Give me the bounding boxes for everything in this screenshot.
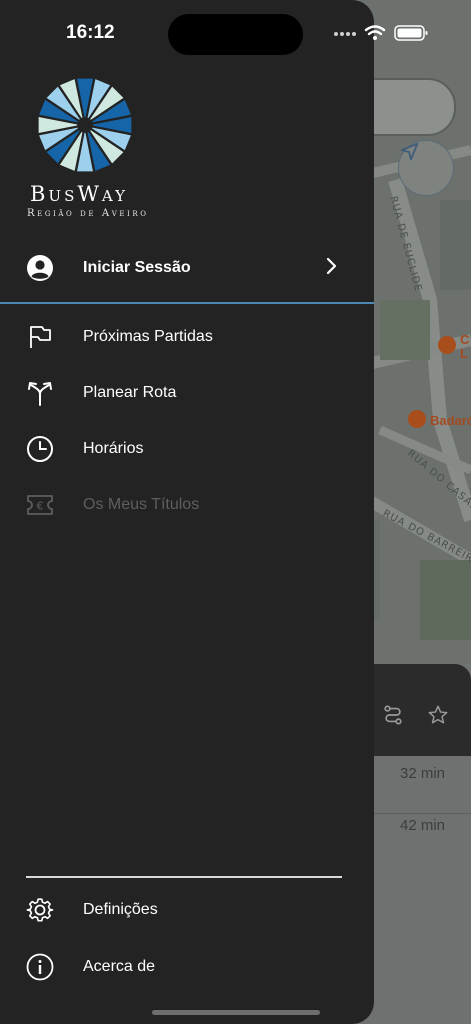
menu-item-label: Horários [83,440,144,457]
chevron-right-icon [326,257,338,280]
footer-divider [26,876,342,878]
settings-item[interactable]: Definições [0,884,374,936]
locate-me-button[interactable] [398,140,454,196]
wifi-icon [364,25,386,36]
menu-item-label: Próximas Partidas [83,328,213,345]
menu-item-label: Planear Rota [83,384,177,401]
login-row[interactable]: Iniciar Sessão [0,242,374,294]
busway-logo [38,78,132,172]
route-duration: 32 min [400,765,446,782]
status-icons [333,24,443,49]
flag-icon [26,323,54,351]
poi-label: L [460,346,468,361]
poi-restaurant-icon[interactable] [408,410,426,428]
navigation-drawer: 16:12 BusWay Região de Aveiro Iniciar Se… [0,0,374,1024]
login-label: Iniciar Sessão [83,259,191,276]
clock-icon [26,435,54,463]
menu-item-planear-rota[interactable]: Planear Rota [0,367,374,419]
svg-text:€: € [37,500,44,513]
navigation-arrow-icon [400,142,419,161]
info-icon [26,953,54,981]
menu-item-horarios[interactable]: Horários [0,423,374,475]
menu-item-os-meus-titulos: € Os Meus Títulos [0,479,374,531]
about-item[interactable]: Acerca de [0,941,374,993]
settings-label: Definições [83,901,158,918]
ticket-euro-icon: € [26,491,54,519]
login-divider [0,302,374,304]
user-avatar-icon [26,254,54,282]
battery-icon [394,25,428,41]
poi-label: Badaró [430,413,471,428]
list-divider [374,813,471,814]
home-indicator [152,1010,320,1015]
menu-item-label: Os Meus Títulos [83,496,200,513]
star-icon[interactable] [427,704,449,726]
poi-restaurant-icon[interactable] [438,336,456,354]
about-label: Acerca de [83,958,156,975]
poi-label: C [460,332,470,347]
signal-icon [334,32,356,36]
menu-item-proximas-partidas[interactable]: Próximas Partidas [0,311,374,363]
brand-subtitle: Região de Aveiro [27,208,149,219]
status-time: 16:12 [66,22,115,43]
route-split-icon [26,379,54,407]
brand-name: BusWay [30,182,129,206]
gear-icon [26,896,54,924]
route-icon[interactable] [382,704,404,726]
route-duration: 42 min [400,817,446,834]
dynamic-island [168,14,303,55]
